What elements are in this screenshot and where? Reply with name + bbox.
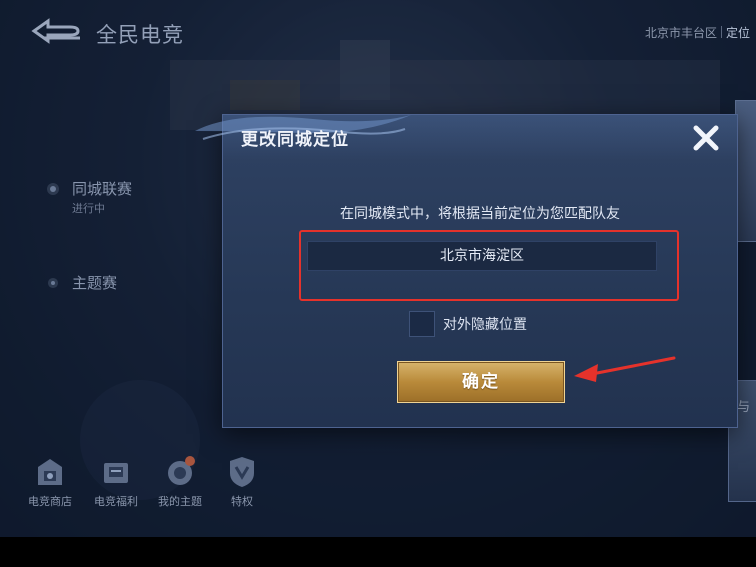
side-item-label: 同城联赛 xyxy=(72,180,133,198)
bottom-item-label: 我的主题 xyxy=(158,495,202,508)
bottom-item-shop[interactable]: 电竞商店 xyxy=(20,455,80,509)
back-icon[interactable] xyxy=(30,18,84,44)
dialog-message: 在同城模式中，将根据当前定位为您匹配队友 xyxy=(340,206,620,222)
gift-icon xyxy=(104,463,128,483)
bottom-item-label: 电竞福利 xyxy=(94,495,138,508)
bottom-item-label: 特权 xyxy=(231,495,253,508)
right-side-text: 与 xyxy=(737,400,751,415)
theme-icon xyxy=(168,456,195,485)
app-title: 全民电竞 xyxy=(96,23,184,47)
locate-button[interactable]: 定位 xyxy=(726,26,750,40)
game-screen: 全民电竞 北京市丰台区 定位 同城联赛 进行中 主题赛 电竞商店 电竞福利 我的… xyxy=(0,0,756,537)
side-item-label: 主题赛 xyxy=(72,274,118,292)
bottom-item-my-theme[interactable]: 我的主题 xyxy=(150,455,210,509)
side-item-status: 进行中 xyxy=(72,202,105,215)
bottom-item-welfare[interactable]: 电竞福利 xyxy=(86,455,146,509)
confirm-button[interactable]: 确定 xyxy=(397,361,565,403)
bullet-icon xyxy=(50,186,56,192)
divider xyxy=(721,26,723,38)
right-side-card[interactable] xyxy=(735,100,756,242)
location-select[interactable]: 北京市海淀区 xyxy=(307,241,657,271)
current-location-text: 北京市丰台区 xyxy=(645,26,718,40)
hide-location-checkbox[interactable] xyxy=(409,311,435,337)
hide-location-label: 对外隐藏位置 xyxy=(443,317,527,333)
privilege-icon xyxy=(230,457,254,487)
dialog-title: 更改同城定位 xyxy=(241,130,349,150)
red-arrow-annotation xyxy=(574,356,676,382)
bottom-item-label: 电竞商店 xyxy=(28,495,72,508)
bottom-bar: 电竞商店 电竞福利 我的主题 特权 xyxy=(20,455,280,515)
bullet-icon xyxy=(51,281,55,285)
bottom-item-privilege[interactable]: 特权 xyxy=(212,455,272,509)
top-bar: 全民电竞 北京市丰台区 定位 xyxy=(0,0,756,64)
close-icon[interactable] xyxy=(689,121,723,155)
current-location-display[interactable]: 北京市丰台区 定位 xyxy=(645,24,750,41)
highlight-box: 北京市海淀区 xyxy=(299,230,679,301)
shop-icon xyxy=(38,459,62,485)
